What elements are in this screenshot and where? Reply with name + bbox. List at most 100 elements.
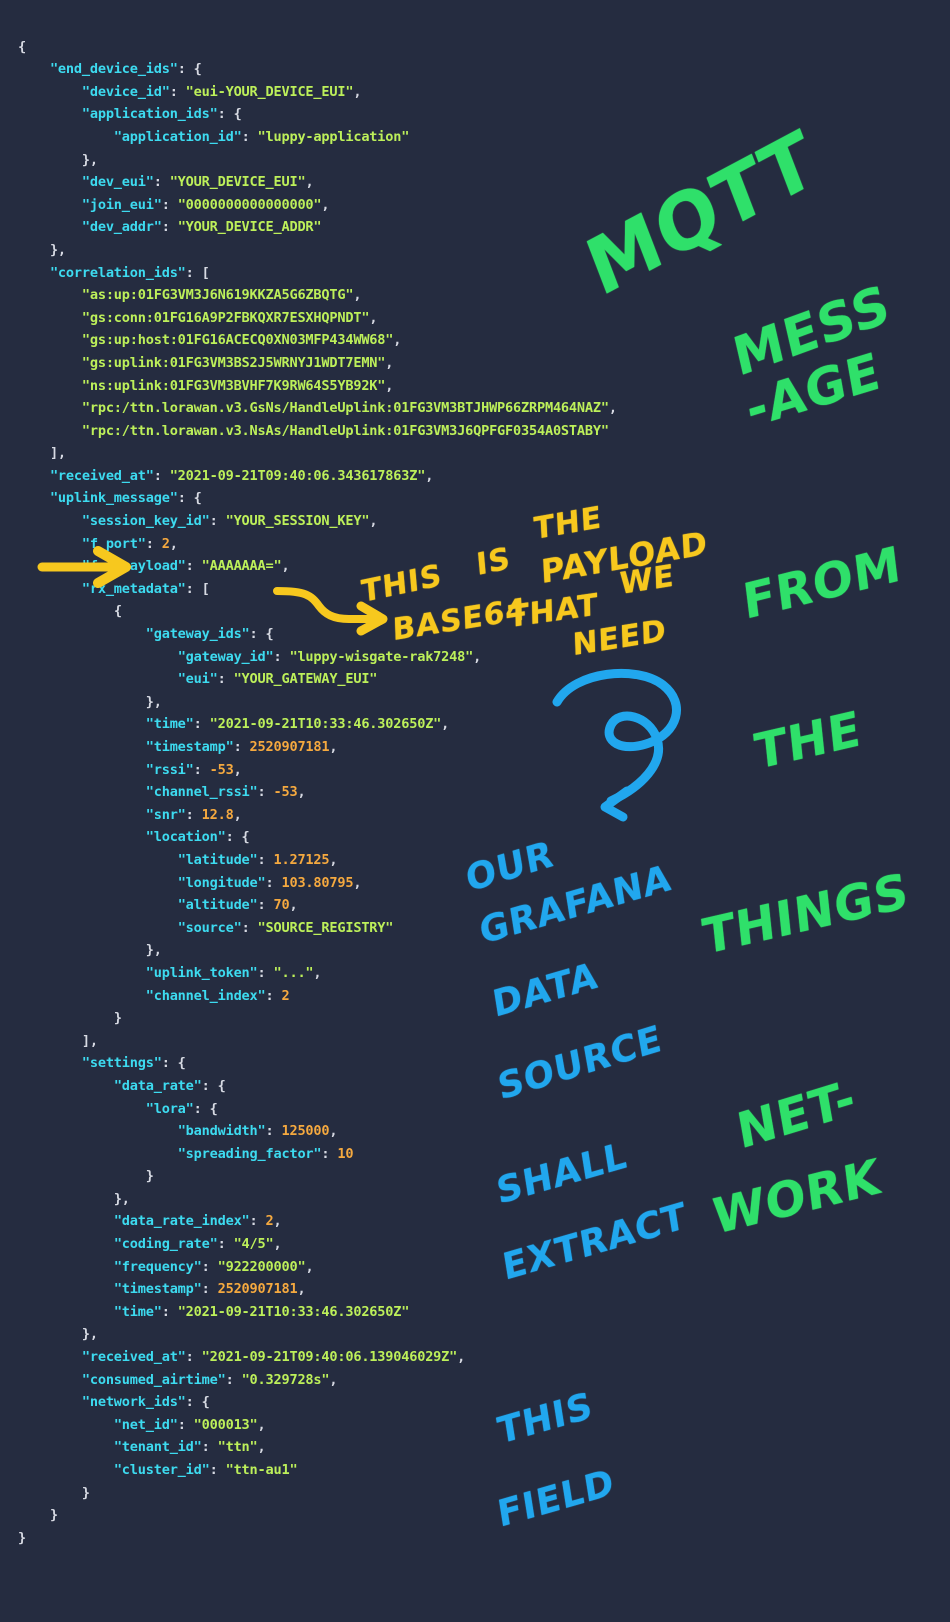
code-token: , (441, 716, 450, 733)
code-line: "gateway_id": "luppy-wisgate-rak7248", (18, 646, 950, 669)
code-token: "rx_metadata" (81, 580, 186, 597)
code-line: "gs:conn:01FG16A9P2FBKQXR7ESXHQPNDT", (18, 307, 950, 330)
code-token: "end_device_ids" (49, 61, 178, 78)
code-line: "session_key_id": "YOUR_SESSION_KEY", (18, 510, 950, 533)
code-token: : (257, 851, 274, 868)
code-token: : (241, 128, 258, 145)
code-token: "YOUR_GATEWAY_EUI" (233, 671, 378, 688)
code-token: "YOUR_SESSION_KEY" (225, 513, 370, 530)
code-line: { (18, 600, 950, 623)
code-token: "received_at" (49, 467, 154, 484)
code-token: "channel_rssi" (145, 784, 258, 801)
code-token: "device_id" (81, 83, 170, 100)
code-token: 2520907181 (217, 1281, 298, 1298)
code-token: : (161, 1303, 178, 1320)
code-token: "data_rate_index" (113, 1213, 250, 1230)
code-token: , (289, 897, 298, 914)
code-token: "0.329728s" (241, 1371, 330, 1388)
code-token: , (353, 83, 362, 100)
code-token: "time" (145, 716, 194, 733)
code-token: , (305, 174, 314, 191)
code-token: "rssi" (145, 761, 194, 778)
code-token: : (193, 761, 210, 778)
code-token: "cluster_id" (113, 1462, 210, 1478)
code-token: , (457, 1349, 466, 1366)
code-token: , (608, 400, 617, 417)
annotated-json-screenshot: { "end_device_ids": { "device_id": "eui-… (0, 0, 950, 1622)
code-token: "received_at" (81, 1349, 186, 1366)
code-line: "consumed_airtime": "0.329728s", (18, 1369, 950, 1392)
code-token: : { (225, 829, 250, 846)
code-token: "000013" (193, 1416, 258, 1433)
code-line: "tenant_id": "ttn", (18, 1436, 950, 1459)
code-line: "end_device_ids": { (18, 58, 950, 81)
code-token: "rpc:/ttn.lorawan.v3.NsAs/HandleUplink:0… (81, 422, 609, 439)
code-token: , (297, 784, 306, 801)
code-token: : { (217, 106, 242, 123)
code-token: "dev_eui" (81, 174, 154, 191)
code-line: "location": { (18, 826, 950, 849)
code-token: , (329, 1371, 338, 1388)
code-line: "altitude": 70, (18, 894, 950, 917)
code-line: "rpc:/ttn.lorawan.v3.NsAs/HandleUplink:0… (18, 420, 950, 443)
code-token: -53 (209, 761, 234, 778)
code-token: 2520907181 (249, 739, 330, 755)
code-token: : (321, 1145, 338, 1162)
code-token: , (393, 332, 402, 349)
code-line: } (18, 1482, 950, 1505)
code-token: , (329, 851, 338, 868)
code-token: "data_rate" (113, 1077, 202, 1094)
code-token: : { (201, 1077, 226, 1094)
code-token: "ns:uplink:01FG3VM3BVHF7K9RW64S5YB92K" (81, 377, 386, 394)
code-line: "data_rate_index": 2, (18, 1210, 950, 1233)
code-token: "channel_index" (145, 987, 266, 1004)
code-token: , (305, 1258, 314, 1275)
code-token: "snr" (145, 806, 186, 823)
code-token: "luppy-wisgate-rak7248" (289, 648, 474, 665)
code-line: "settings": { (18, 1052, 950, 1075)
code-line: ], (18, 442, 950, 465)
code-line: } (18, 1527, 950, 1550)
code-line: "channel_index": 2 (18, 985, 950, 1008)
code-token: } (49, 1507, 58, 1524)
code-token: "gateway_id" (177, 648, 274, 665)
code-token: "0000000000000000" (177, 196, 322, 213)
code-line: "rx_metadata": [ (18, 578, 950, 601)
code-line: "snr": 12.8, (18, 804, 950, 827)
code-token: }, (81, 151, 98, 168)
code-line: } (18, 1007, 950, 1030)
code-line: } (18, 1165, 950, 1188)
code-token: : (217, 1236, 234, 1253)
code-token: : (249, 1213, 266, 1230)
code-token: : (193, 716, 210, 733)
code-token: "f_port" (81, 535, 146, 552)
code-line: "gateway_ids": { (18, 623, 950, 646)
code-token: -53 (273, 784, 298, 801)
code-token: , (233, 806, 242, 823)
code-token: "gs:up:host:01FG16ACECQ0XN03MFP434WW68" (81, 332, 394, 349)
code-token: "rpc:/ttn.lorawan.v3.GsNs/HandleUplink:0… (81, 400, 609, 417)
code-line: "net_id": "000013", (18, 1414, 950, 1437)
code-line: "correlation_ids": [ (18, 262, 950, 285)
code-token: "join_eui" (81, 196, 162, 213)
code-token: "4/5" (233, 1236, 274, 1253)
code-token: }, (145, 693, 162, 710)
code-token: : (201, 1258, 218, 1275)
code-token: "..." (273, 964, 314, 981)
code-line: "source": "SOURCE_REGISTRY" (18, 917, 950, 940)
code-token: 2 (161, 535, 170, 552)
code-line: "uplink_token": "...", (18, 962, 950, 985)
code-line: "gs:uplink:01FG3VM3BS2J5WRNYJ1WDT7EMN", (18, 352, 950, 375)
code-line: "cluster_id": "ttn-au1" (18, 1459, 950, 1482)
code-token: : (177, 1416, 194, 1433)
code-token: "eui-YOUR_DEVICE_EUI" (185, 83, 354, 100)
code-token: "application_ids" (81, 106, 218, 123)
code-token: , (385, 377, 394, 394)
code-token: "settings" (81, 1055, 162, 1072)
code-token: : (225, 1371, 242, 1388)
code-token: : { (161, 1055, 186, 1072)
code-line: "received_at": "2021-09-21T09:40:06.3436… (18, 465, 950, 488)
code-line: "received_at": "2021-09-21T09:40:06.1390… (18, 1346, 950, 1369)
code-token: , (353, 874, 362, 891)
code-token: }, (81, 1326, 98, 1343)
